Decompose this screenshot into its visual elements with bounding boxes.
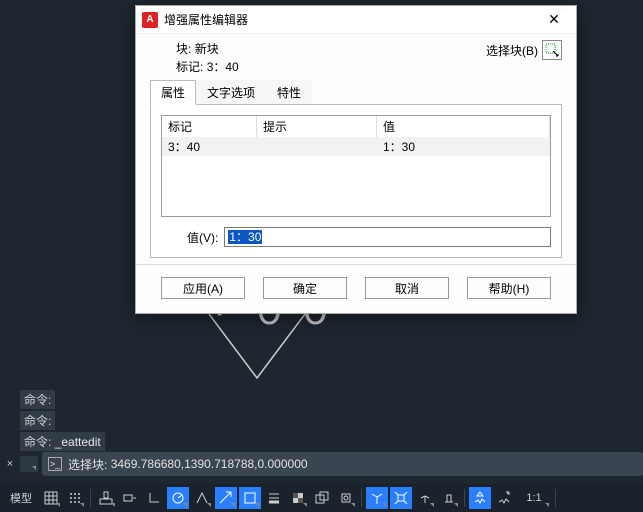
list-row[interactable]: 3：40 1：30	[162, 137, 550, 156]
isometric-drafting-button[interactable]	[191, 487, 213, 509]
gizmo-button[interactable]	[414, 487, 436, 509]
block-meta: 块: 新块 标记: 3：40	[176, 40, 239, 76]
divider	[90, 489, 91, 507]
divider	[555, 489, 556, 507]
cmd-prompt-icon: >_	[48, 457, 62, 471]
command-history: 命令: 命令: 命令: _eattedit	[20, 390, 105, 453]
cell-tag: 3：40	[162, 137, 257, 156]
cmd-recent-button[interactable]	[20, 456, 38, 472]
ortho-mode-button[interactable]	[143, 487, 165, 509]
tab-panel-attributes: 标记 提示 值 3：40 1：30 值(V): 1：30	[150, 104, 562, 258]
help-button[interactable]: 帮助(H)	[467, 277, 551, 299]
apply-button[interactable]: 应用(A)	[161, 277, 245, 299]
value-label: 值(V):	[187, 229, 218, 246]
dialog-title: 增强属性编辑器	[164, 11, 538, 28]
col-tag[interactable]: 标记	[162, 116, 257, 137]
selection-filter-button[interactable]	[390, 487, 412, 509]
cell-value: 1：30	[377, 137, 550, 156]
object-snap-button[interactable]	[239, 487, 261, 509]
transparency-button[interactable]	[287, 487, 309, 509]
cmd-line: 命令:	[20, 411, 55, 430]
annotation-scale-icon[interactable]	[493, 487, 515, 509]
col-prompt[interactable]: 提示	[257, 116, 377, 137]
dynamic-input-button[interactable]	[119, 487, 141, 509]
divider	[464, 489, 465, 507]
status-bar: 模型 1:1	[0, 484, 643, 512]
command-bar: × >_ 选择块: 3469.786680,1390.718788,0.0000…	[0, 450, 643, 478]
divider	[361, 489, 362, 507]
3d-osnap-button[interactable]	[335, 487, 357, 509]
value-input[interactable]: 1：30	[224, 227, 551, 247]
select-block-label: 选择块(B)	[486, 42, 538, 59]
col-value[interactable]: 值	[377, 116, 550, 137]
annotation-scale-value[interactable]: 1:1	[517, 487, 551, 509]
infer-constraints-button[interactable]	[95, 487, 117, 509]
dialog-titlebar[interactable]: A 增强属性编辑器 ✕	[136, 6, 576, 34]
command-input[interactable]: >_ 选择块: 3469.786680,1390.718788,0.000000	[42, 452, 643, 476]
lineweight-button[interactable]	[263, 487, 285, 509]
osnap-tracking-button[interactable]	[215, 487, 237, 509]
select-block-button[interactable]	[542, 40, 562, 60]
model-tab[interactable]: 模型	[4, 487, 38, 509]
polar-tracking-button[interactable]	[167, 487, 189, 509]
drawing-triangle	[207, 312, 307, 382]
tab-text-options[interactable]: 文字选项	[196, 80, 266, 105]
ok-button[interactable]: 确定	[263, 277, 347, 299]
enhanced-attribute-editor-dialog: A 增强属性编辑器 ✕ 块: 新块 标记: 3：40 选择块(B) 属性 文字选…	[135, 5, 577, 314]
cmd-close-icon[interactable]: ×	[0, 458, 20, 470]
dialog-close-button[interactable]: ✕	[538, 9, 570, 31]
cell-prompt	[257, 137, 377, 156]
tab-strip: 属性 文字选项 特性	[150, 80, 562, 105]
cancel-button[interactable]: 取消	[365, 277, 449, 299]
cmd-value: 3469.786680,1390.718788,0.000000	[111, 457, 308, 471]
tab-attributes[interactable]: 属性	[150, 80, 196, 105]
cmd-line: 命令: _eattedit	[20, 432, 105, 451]
attribute-list[interactable]: 标记 提示 值 3：40 1：30	[161, 115, 551, 217]
annotation-visibility-button[interactable]	[438, 487, 460, 509]
list-header: 标记 提示 值	[162, 116, 550, 137]
selection-cycling-button[interactable]	[311, 487, 333, 509]
snap-mode-button[interactable]	[64, 487, 86, 509]
tab-properties[interactable]: 特性	[266, 80, 312, 105]
dynamic-ucs-button[interactable]	[366, 487, 388, 509]
grid-display-button[interactable]	[40, 487, 62, 509]
app-icon: A	[142, 12, 158, 28]
cmd-prompt: 选择块:	[68, 456, 107, 473]
autoscale-button[interactable]	[469, 487, 491, 509]
cmd-line: 命令:	[20, 390, 55, 409]
